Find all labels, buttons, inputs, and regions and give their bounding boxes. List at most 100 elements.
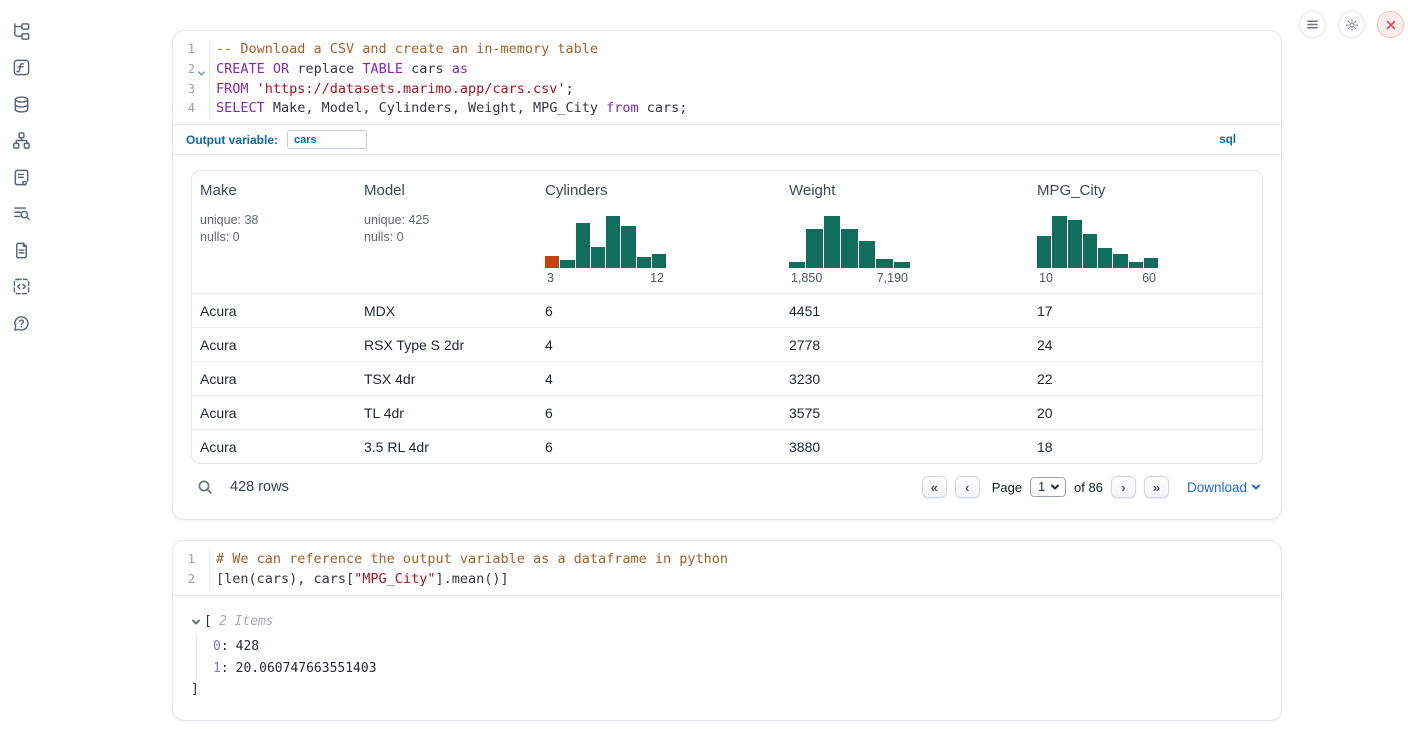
- histogram-bar: [1037, 236, 1051, 268]
- table-row: AcuraRSX Type S 2dr4277824: [192, 327, 1262, 361]
- fold-chevron-icon[interactable]: [197, 65, 206, 74]
- table-cell: 22: [1029, 371, 1262, 387]
- sidebar-snippets-button[interactable]: [11, 277, 31, 297]
- histogram-bar: [1144, 258, 1158, 268]
- code-lines: # We can reference the output variable a…: [210, 550, 1281, 590]
- code-line: FROM 'https://datasets.marimo.app/cars.c…: [216, 80, 1281, 100]
- sidebar-logs-button[interactable]: [11, 204, 31, 224]
- page-label: Page: [992, 480, 1022, 495]
- output-variable-label: Output variable:: [186, 133, 278, 147]
- database-icon: [12, 95, 31, 114]
- histogram-bar: [789, 262, 805, 268]
- histogram-bar: [1068, 220, 1082, 268]
- helper-sidebar: [0, 0, 42, 333]
- window-actions: [1299, 11, 1404, 38]
- tree-open-bracket: [: [204, 614, 212, 629]
- prev-page-button[interactable]: ‹: [955, 476, 980, 498]
- table-header: Makeunique: 38nulls: 0Modelunique: 425nu…: [192, 171, 1262, 293]
- next-page-button[interactable]: ›: [1111, 476, 1136, 498]
- python-cell: 12# We can reference the output variable…: [172, 540, 1282, 721]
- language-badge: sql: [1219, 134, 1268, 146]
- sidebar-functions-button[interactable]: [11, 58, 31, 78]
- table-cell: 2778: [781, 337, 1029, 353]
- column-header[interactable]: MPG_City1060: [1029, 171, 1262, 293]
- table-cell: 4451: [781, 303, 1029, 319]
- sidebar-help-button[interactable]: [11, 313, 31, 333]
- close-icon: [1385, 19, 1397, 31]
- download-label: Download: [1187, 480, 1247, 495]
- axis-max-label: 60: [1142, 271, 1156, 285]
- table-cell: Acura: [192, 405, 356, 421]
- line-number: 1: [173, 40, 209, 60]
- tree-root: [2 Items: [191, 611, 1263, 633]
- axis-max-label: 7,190: [877, 271, 908, 285]
- table-cell: 3230: [781, 371, 1029, 387]
- line-number: 2: [173, 60, 209, 80]
- table-row: Acura3.5 RL 4dr6388018: [192, 429, 1262, 463]
- column-header[interactable]: Weight1,8507,190: [781, 171, 1029, 293]
- sql-code-editor[interactable]: 1234-- Download a CSV and create an in-m…: [173, 31, 1281, 124]
- table-search-button[interactable]: [197, 479, 213, 495]
- code-line: [len(cars), cars["MPG_City"].mean()]: [216, 570, 1281, 590]
- document-icon: [12, 241, 31, 260]
- gear-icon: [1345, 18, 1359, 32]
- download-button[interactable]: Download: [1187, 480, 1261, 495]
- page-of-label: of 86: [1074, 480, 1103, 495]
- table-cell: TL 4dr: [356, 405, 537, 421]
- table-cell: 6: [537, 405, 781, 421]
- tree-expand-chevron-icon[interactable]: [191, 617, 201, 627]
- histogram-bar: [824, 216, 840, 268]
- histogram-bar: [806, 229, 822, 269]
- histogram-bar: [652, 254, 666, 269]
- table-cell: 3.5 RL 4dr: [356, 439, 537, 455]
- column-name: Cylinders: [545, 182, 773, 199]
- sidebar-datasources-button[interactable]: [11, 94, 31, 114]
- histogram-bar: [576, 223, 590, 268]
- column-header[interactable]: Modelunique: 425nulls: 0: [356, 171, 537, 293]
- column-name: Model: [364, 182, 529, 199]
- histogram-axis: 10 60: [1037, 271, 1158, 285]
- function-icon: [12, 58, 31, 77]
- table-row: AcuraMDX6445117: [192, 293, 1262, 327]
- sidebar-dependency-graph-button[interactable]: [11, 131, 31, 151]
- table-cell: 6: [537, 439, 781, 455]
- sidebar-scratchpad-button[interactable]: [11, 167, 31, 187]
- output-variable-input[interactable]: [287, 130, 367, 149]
- help-icon: [12, 314, 31, 333]
- table-footer: 428 rows « ‹ Page 1 of 86 › » Download: [191, 471, 1263, 503]
- histogram-bar: [1098, 248, 1112, 268]
- shutdown-button[interactable]: [1377, 11, 1404, 38]
- axis-min-label: 10: [1039, 271, 1053, 285]
- histogram-bar: [637, 257, 651, 268]
- tree-entries: 0:4281:20.060747663551403: [196, 635, 1263, 680]
- histogram-bar: [859, 241, 875, 269]
- histogram-bar: [545, 256, 559, 268]
- first-page-button[interactable]: «: [922, 476, 947, 498]
- column-header[interactable]: Cylinders 312: [537, 171, 781, 293]
- table-cell: 3880: [781, 439, 1029, 455]
- sidebar-file-tree-button[interactable]: [11, 21, 31, 41]
- code-line: SELECT Make, Model, Cylinders, Weight, M…: [216, 99, 1281, 119]
- table-cell: 20: [1029, 405, 1262, 421]
- sidebar-documentation-button[interactable]: [11, 240, 31, 260]
- tree-entry-value: 428: [236, 639, 259, 654]
- table-body: AcuraMDX6445117AcuraRSX Type S 2dr427782…: [192, 293, 1262, 463]
- column-stat: nulls: 0: [364, 229, 529, 246]
- table-row: AcuraTL 4dr6357520: [192, 395, 1262, 429]
- histogram: 312: [545, 216, 666, 285]
- column-name: Make: [200, 182, 348, 199]
- histogram-bar: [591, 247, 605, 268]
- last-page-button[interactable]: »: [1144, 476, 1169, 498]
- page-select[interactable]: 1: [1030, 477, 1066, 497]
- histogram-bars: [1037, 216, 1158, 268]
- axis-min-label: 3: [547, 271, 554, 285]
- settings-button[interactable]: [1338, 11, 1365, 38]
- search-icon: [197, 479, 213, 495]
- menu-button[interactable]: [1299, 11, 1326, 38]
- tree-entry: 0:428: [213, 635, 1263, 658]
- code-lines: -- Download a CSV and create an in-memor…: [210, 40, 1281, 119]
- table-cell: 3575: [781, 405, 1029, 421]
- column-header[interactable]: Makeunique: 38nulls: 0: [192, 171, 356, 293]
- row-count: 428 rows: [230, 479, 289, 495]
- python-code-editor[interactable]: 12# We can reference the output variable…: [173, 541, 1281, 595]
